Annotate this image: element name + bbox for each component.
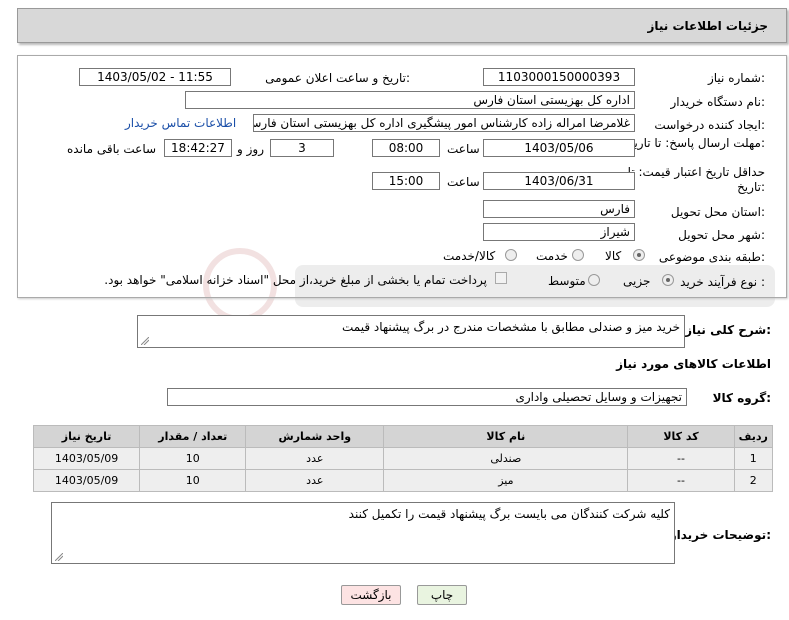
process-radio-minor[interactable]	[662, 274, 674, 286]
category-radio-goods-service[interactable]	[505, 249, 517, 261]
buyer-notes-textarea: کلیه شرکت کنندگان می بایست برگ پیشنهاد ق…	[51, 502, 675, 564]
days-field: 3	[270, 139, 334, 157]
page-title: جزئیات اطلاعات نیاز	[647, 19, 768, 33]
col-code-header: کد کالا	[627, 425, 735, 448]
deadline-label: مهلت ارسال پاسخ: تا تاریخ:	[626, 136, 765, 150]
city-field: شیراز	[483, 223, 635, 241]
back-button[interactable]: بازگشت	[341, 585, 401, 605]
item-code: --	[627, 447, 735, 470]
col-name-header: نام کالا	[383, 425, 629, 448]
goods-group-field: تجهیزات و وسایل تحصیلی واداری	[167, 388, 687, 406]
validity-date-field: 1403/06/31	[483, 172, 635, 190]
item-name: میز	[383, 469, 629, 492]
summary-label: شرح کلی نیاز:	[685, 323, 771, 337]
row-number: 2	[733, 469, 774, 492]
category-radio-goods[interactable]	[633, 249, 645, 261]
col-qty-header: تعداد / مقدار	[139, 425, 247, 448]
need-number-field: 1103000150000393	[483, 68, 635, 86]
item-date: 1403/05/09	[32, 469, 141, 492]
goods-group-label: گروه کالا:	[712, 391, 771, 405]
buyer-org-label: نام دستگاه خریدار:	[670, 95, 766, 109]
goods-info-title: اطلاعات کالاهای مورد نیاز	[616, 357, 771, 371]
remaining-time-field: 18:42:27	[164, 139, 232, 157]
remaining-label: ساعت باقی مانده	[67, 142, 157, 156]
category-option-service: خدمت	[536, 249, 568, 263]
creator-label: ایجاد کننده درخواست:	[654, 118, 765, 132]
treasury-payment-note: پرداخت تمام یا بخشی از مبلغ خرید،از محل …	[104, 273, 487, 287]
item-code: --	[627, 469, 735, 492]
item-name: صندلی	[383, 447, 629, 470]
buyer-org-field: اداره کل بهزیستی استان فارس	[185, 91, 635, 109]
validity-label: حداقل تاریخ اعتبار قیمت: تا تاریخ:	[627, 165, 765, 194]
table-row: 1 -- صندلی عدد 10 1403/05/09	[32, 447, 774, 470]
col-unit-header: واحد شمارش	[245, 425, 385, 448]
validity-time-field: 15:00	[372, 172, 440, 190]
days-label: روز و	[237, 142, 264, 156]
col-row-header: ردیف	[733, 425, 774, 448]
item-unit: عدد	[245, 469, 385, 492]
resize-handle-icon	[55, 553, 63, 561]
print-button[interactable]: چاپ	[417, 585, 467, 605]
deadline-time-field: 08:00	[372, 139, 440, 157]
category-label: طبقه بندی موضوعی:	[658, 250, 765, 264]
deadline-hour-label: ساعت	[447, 142, 480, 156]
items-table: ردیف کد کالا نام کالا واحد شمارش تعداد /…	[32, 425, 774, 492]
buyer-contact-link[interactable]: اطلاعات تماس خریدار	[125, 116, 236, 130]
summary-textarea: خرید میز و صندلی مطابق با مشخصات مندرج د…	[137, 315, 685, 348]
city-label: شهر محل تحویل:	[678, 228, 765, 242]
category-radio-service[interactable]	[572, 249, 584, 261]
panel-header: جزئیات اطلاعات نیاز	[17, 8, 787, 43]
item-unit: عدد	[245, 447, 385, 470]
announce-label: تاریخ و ساعت اعلان عمومی:	[265, 71, 410, 85]
category-option-goods-service: کالا/خدمت	[443, 249, 496, 263]
validity-hour-label: ساعت	[447, 175, 480, 189]
creator-field: غلامرضا امراله زاده کارشناس امور پیشگیری…	[253, 114, 635, 132]
process-label: نوع فرآیند خرید :	[680, 275, 765, 289]
buyer-notes-label: توضیحات خریدار:	[669, 528, 771, 542]
row-number: 1	[733, 447, 774, 470]
table-row: 2 -- میز عدد 10 1403/05/09	[32, 469, 774, 492]
deadline-date-field: 1403/05/06	[483, 139, 635, 157]
table-header-row: ردیف کد کالا نام کالا واحد شمارش تعداد /…	[32, 425, 774, 448]
province-label: استان محل تحویل:	[670, 205, 765, 219]
resize-handle-icon	[141, 337, 149, 345]
province-field: فارس	[483, 200, 635, 218]
buyer-notes-text: کلیه شرکت کنندگان می بایست برگ پیشنهاد ق…	[348, 507, 670, 521]
treasury-payment-checkbox[interactable]	[495, 272, 507, 284]
need-number-label: شماره نیاز:	[707, 71, 765, 85]
col-date-header: تاریخ نیاز	[32, 425, 141, 448]
process-option-medium: متوسط	[548, 274, 586, 288]
category-option-goods: کالا	[605, 249, 622, 263]
item-date: 1403/05/09	[32, 447, 141, 470]
summary-text: خرید میز و صندلی مطابق با مشخصات مندرج د…	[341, 320, 680, 334]
announce-field: 1403/05/02 - 11:55	[79, 68, 231, 86]
process-option-minor: جزیی	[623, 274, 651, 288]
item-qty: 10	[139, 469, 247, 492]
process-radio-medium[interactable]	[588, 274, 600, 286]
item-qty: 10	[139, 447, 247, 470]
